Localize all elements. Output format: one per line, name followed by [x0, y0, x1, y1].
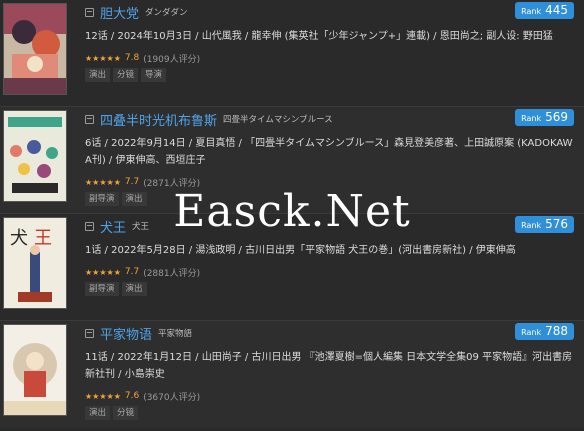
- tv-icon: [85, 114, 94, 124]
- role-tag: 导演: [141, 68, 167, 82]
- anime-meta: 6话 / 2022年9月14日 / 夏目真悟 / 「四畳半タイムマシンブルース」…: [85, 138, 573, 166]
- rank-badge: Rank 569: [515, 109, 574, 126]
- anime-meta: 12话 / 2024年10月3日 / 山代風我 / 龍幸伸 (集英社「少年ジャン…: [85, 31, 553, 42]
- anime-title[interactable]: 平家物语: [100, 324, 152, 343]
- tv-icon: [85, 7, 94, 17]
- cover-image[interactable]: [3, 324, 67, 416]
- star-rating: ★★★★★: [85, 267, 121, 277]
- star-rating: ★★★★★: [85, 177, 121, 187]
- list-item: 四叠半时光机布鲁斯 四畳半タイムマシンブルース Rank 569 6话 / 202…: [0, 107, 584, 214]
- score: 7.6: [124, 391, 140, 401]
- vote-count: (1909人评分): [143, 54, 201, 65]
- anime-meta: 1话 / 2022年5月28日 / 湯浅政明 / 古川日出男「平家物語 犬王の巻…: [85, 245, 516, 256]
- anime-title[interactable]: 四叠半时光机布鲁斯: [100, 110, 217, 129]
- anime-meta: 11话 / 2022年1月12日 / 山田尚子 / 古川日出男 『池澤夏樹=個人…: [85, 352, 573, 380]
- role-tag: 副导演: [85, 282, 119, 296]
- anime-title[interactable]: 犬王: [100, 217, 126, 236]
- rank-badge: Rank 576: [515, 216, 574, 233]
- japanese-title: 四畳半タイムマシンブルース: [223, 115, 333, 125]
- cover-image[interactable]: [3, 3, 67, 95]
- rank-badge: Rank 445: [515, 2, 574, 19]
- role-tag: 分镜: [113, 68, 139, 82]
- cover-image[interactable]: 犬 王: [3, 217, 67, 309]
- japanese-title: 平家物語: [158, 329, 193, 339]
- role-tag: 演出: [121, 192, 147, 206]
- rank-badge: Rank 788: [515, 323, 574, 340]
- role-tag: 演出: [85, 406, 111, 420]
- role-tag: 演出: [121, 282, 147, 296]
- cover-image[interactable]: [3, 110, 67, 202]
- list-item: 胆大党 ダンダダン Rank 445 12话 / 2024年10月3日 / 山代風…: [0, 0, 584, 107]
- tv-icon: [85, 221, 94, 231]
- star-rating: ★★★★★: [85, 53, 121, 63]
- list-item: 平家物语 平家物語 Rank 788 11话 / 2022年1月12日 / 山田尚…: [0, 321, 584, 428]
- japanese-title: ダンダダン: [145, 8, 188, 18]
- role-tag: 副导演: [85, 192, 119, 206]
- vote-count: (2871人评分): [143, 178, 201, 189]
- vote-count: (3670人评分): [143, 392, 201, 403]
- anime-list: 胆大党 ダンダダン Rank 445 12话 / 2024年10月3日 / 山代風…: [0, 0, 584, 428]
- list-item: 犬 王 犬王 犬王 Rank 576 1话 / 2022年5月28日 / 湯浅政明…: [0, 214, 584, 321]
- score: 7.7: [124, 267, 140, 277]
- vote-count: (2881人评分): [143, 268, 201, 279]
- japanese-title: 犬王: [132, 222, 150, 232]
- tv-icon: [85, 328, 94, 338]
- score: 7.8: [124, 53, 140, 63]
- star-rating: ★★★★★: [85, 391, 121, 401]
- score: 7.7: [124, 177, 140, 187]
- svg-text:犬: 犬: [10, 228, 28, 249]
- anime-title[interactable]: 胆大党: [100, 3, 139, 22]
- role-tag: 演出: [85, 68, 111, 82]
- role-tag: 分镜: [113, 406, 139, 420]
